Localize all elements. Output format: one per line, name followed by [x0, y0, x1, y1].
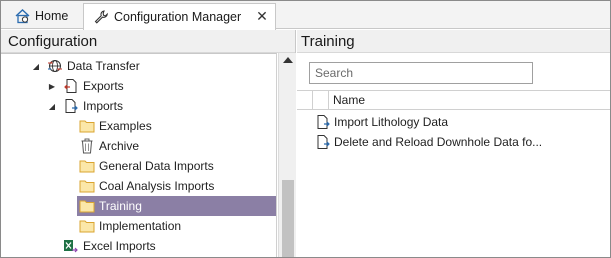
home-icon	[13, 8, 31, 24]
list-item-label: Import Lithology Data	[334, 115, 449, 129]
tree-item-examples[interactable]: Examples	[79, 116, 276, 136]
tree-item-label: Archive	[99, 139, 140, 153]
import-document-icon	[63, 98, 79, 114]
tree-item-imports[interactable]: ◢ Imports	[47, 96, 276, 116]
configuration-pane: Configuration ◢ Data Transfer ▶ Exports …	[1, 30, 296, 257]
folder-icon	[79, 218, 95, 234]
folder-icon	[79, 198, 95, 214]
tree-item-label: Training	[99, 199, 142, 213]
tree-item-data-transfer[interactable]: ◢ Data Transfer	[31, 56, 276, 76]
list-item[interactable]: Delete and Reload Downhole Data fo...	[315, 132, 542, 152]
import-document-icon	[315, 114, 331, 130]
grid-header-spacer	[297, 91, 313, 109]
tree-item-label: Excel Imports	[83, 239, 156, 253]
folder-icon	[79, 118, 95, 134]
column-header-name[interactable]: Name	[329, 93, 365, 107]
tree-item-coal-analysis-imports[interactable]: Coal Analysis Imports	[79, 176, 276, 196]
training-pane: Training Name Import Lithology Data Dele…	[297, 30, 610, 257]
grid-header-icon-column[interactable]	[313, 91, 329, 109]
list-item[interactable]: Import Lithology Data	[315, 112, 448, 132]
tree-item-label: Coal Analysis Imports	[99, 179, 215, 193]
tab-configuration-manager-label: Configuration Manager	[114, 10, 242, 24]
search-input[interactable]	[309, 62, 533, 84]
trash-can-icon	[79, 138, 95, 154]
close-icon[interactable]: ✕	[255, 8, 269, 24]
tab-strip: Home Configuration Manager ✕	[1, 1, 610, 30]
tree-scrollbar[interactable]	[278, 53, 296, 257]
tab-home[interactable]: Home	[7, 3, 77, 29]
export-document-icon	[63, 78, 79, 94]
excel-import-icon	[63, 238, 79, 254]
scrollbar-thumb[interactable]	[282, 180, 294, 257]
tab-configuration-manager[interactable]: Configuration Manager ✕	[83, 3, 276, 30]
tree-item-label: Examples	[99, 119, 152, 133]
expanded-chevron-icon[interactable]: ◢	[31, 61, 41, 71]
expanded-chevron-icon[interactable]: ◢	[47, 101, 57, 111]
scroll-up-arrow-icon[interactable]	[283, 57, 293, 63]
grid-header: Name	[297, 90, 610, 110]
training-pane-title: Training	[297, 30, 610, 53]
configuration-pane-title: Configuration	[1, 30, 295, 53]
configuration-tree: ◢ Data Transfer ▶ Exports ◢ Imports Exam…	[1, 53, 277, 257]
tree-item-label: Data Transfer	[67, 59, 140, 73]
tree-item-label: General Data Imports	[99, 159, 214, 173]
tree-item-exports[interactable]: ▶ Exports	[47, 76, 276, 96]
tree-item-general-data-imports[interactable]: General Data Imports	[79, 156, 276, 176]
globe-transfer-icon	[47, 58, 63, 74]
tree-item-archive[interactable]: Archive	[79, 136, 276, 156]
import-document-icon	[315, 134, 331, 150]
tree-item-label: Implementation	[99, 219, 182, 233]
wrench-icon	[92, 9, 110, 25]
list-item-label: Delete and Reload Downhole Data fo...	[334, 135, 543, 149]
collapsed-chevron-icon[interactable]: ▶	[47, 81, 57, 91]
tree-item-label: Exports	[83, 79, 124, 93]
tree-item-implementation[interactable]: Implementation	[79, 216, 276, 236]
folder-icon	[79, 158, 95, 174]
tree-item-training[interactable]: Training	[77, 196, 276, 216]
tree-item-excel-imports[interactable]: Excel Imports	[63, 236, 276, 256]
tab-home-label: Home	[35, 9, 69, 23]
folder-icon	[79, 178, 95, 194]
tree-item-label: Imports	[83, 99, 124, 113]
